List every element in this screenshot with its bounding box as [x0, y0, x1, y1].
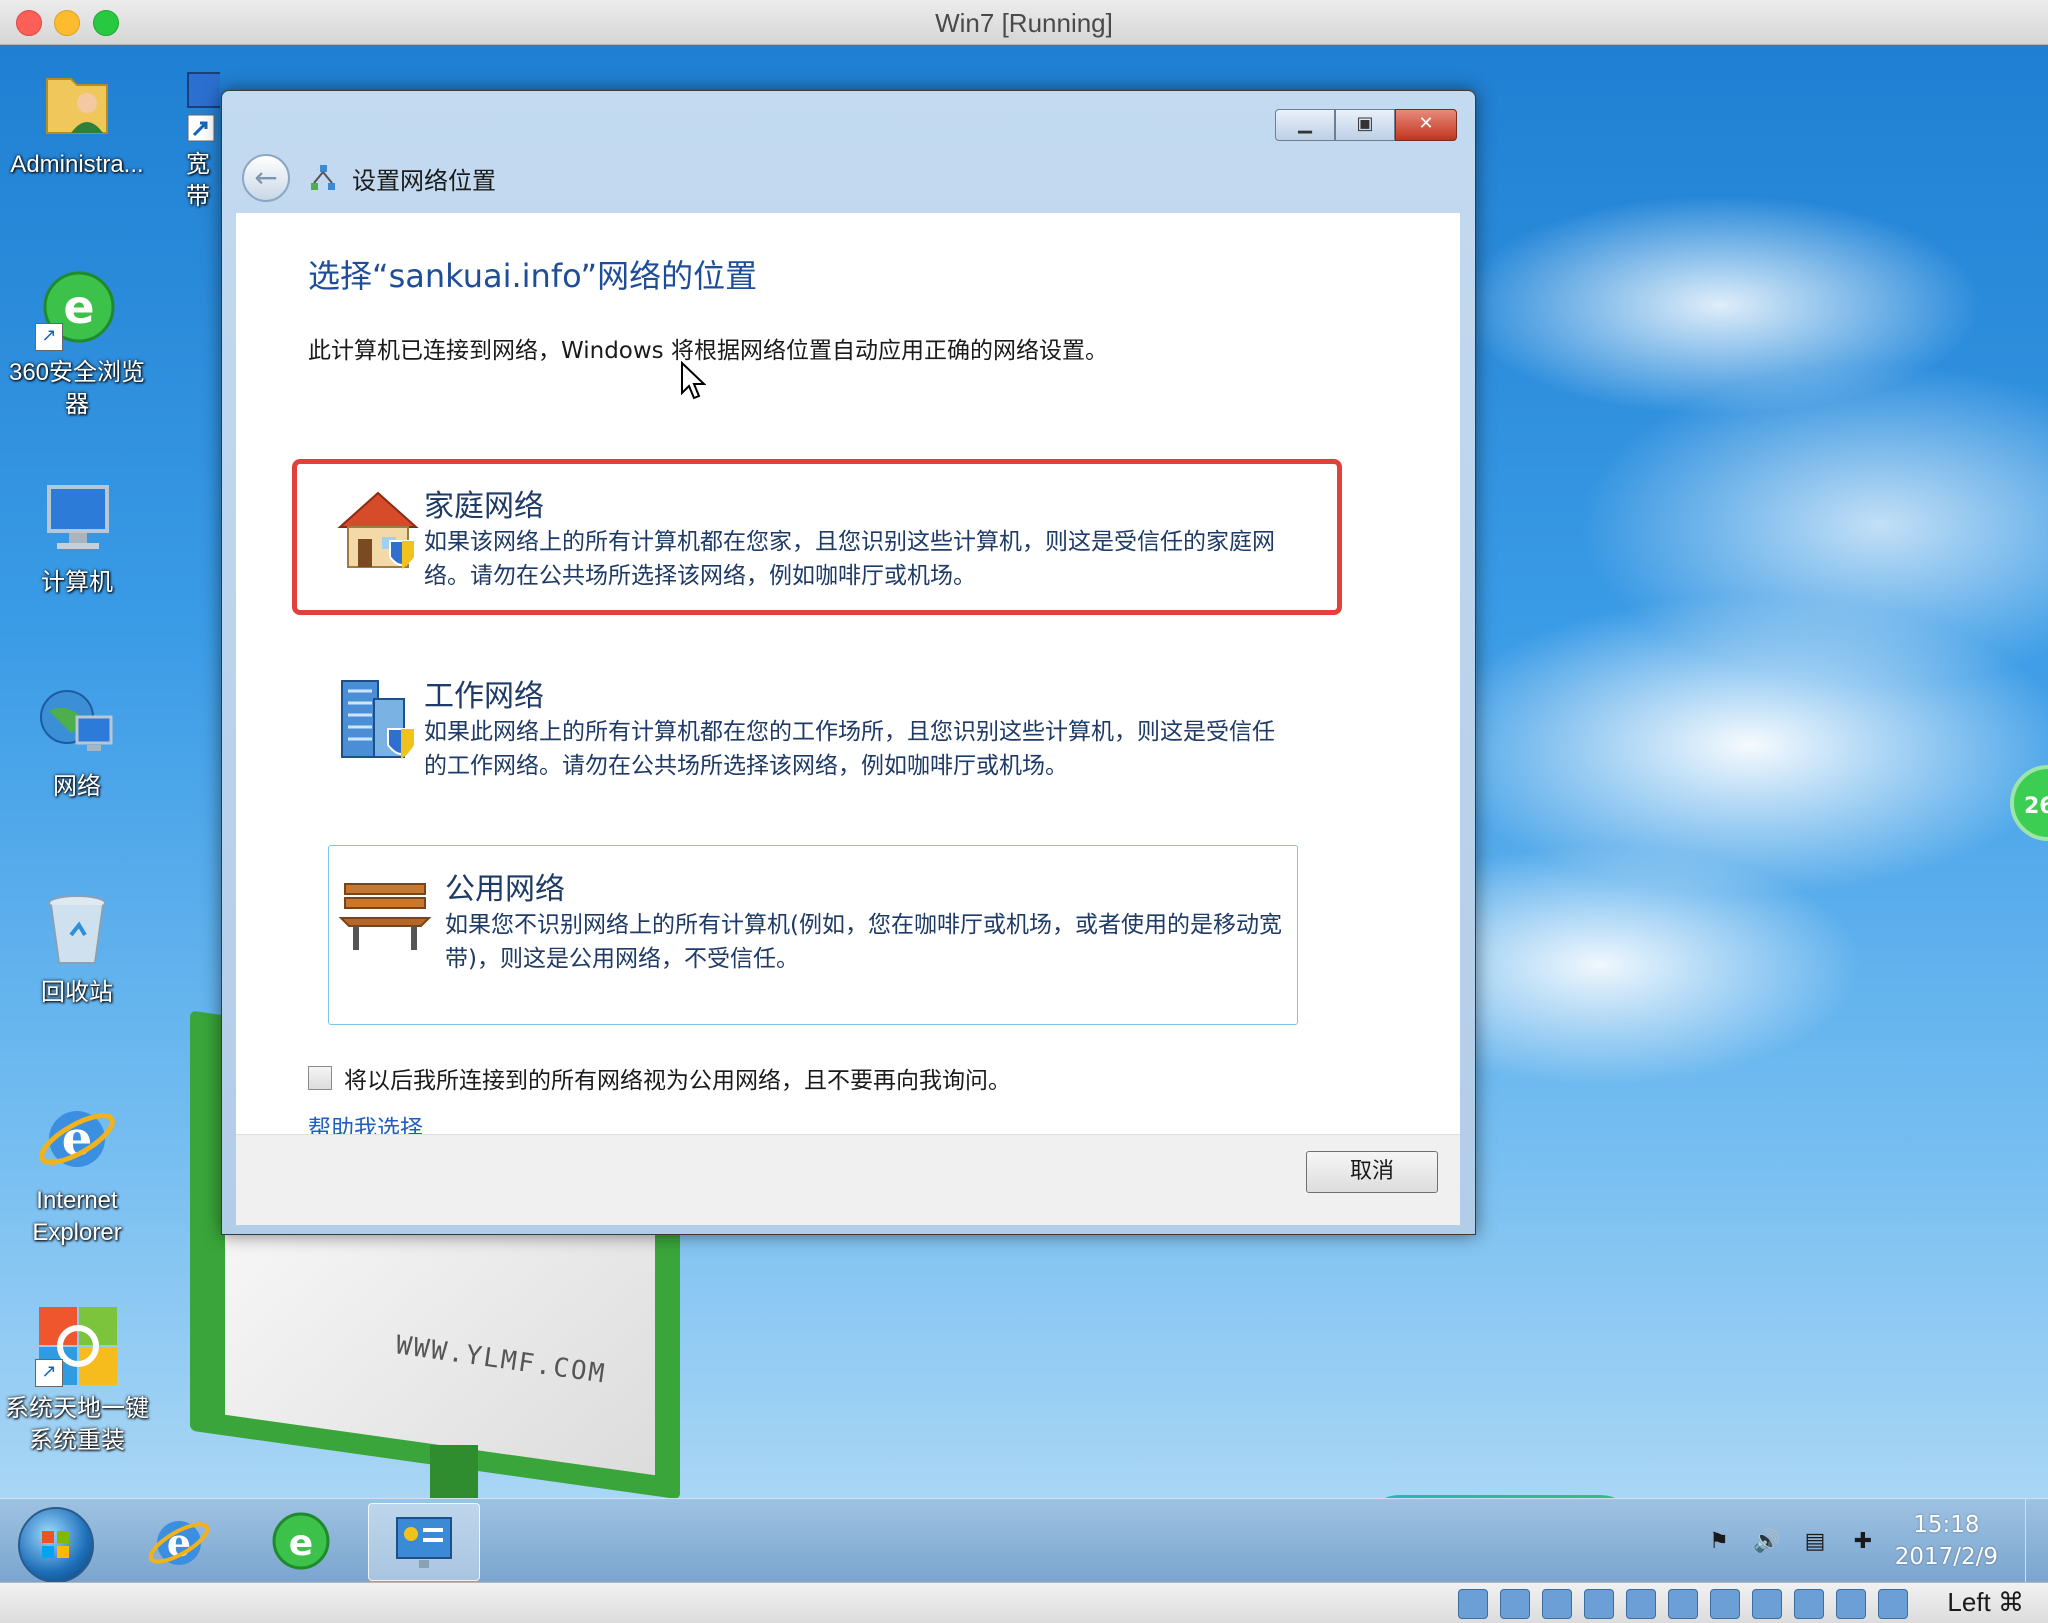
host-window-title: Win7 [Running]: [935, 8, 1113, 38]
desktop-icon-label: Administra...: [10, 151, 144, 178]
cancel-button[interactable]: 取消: [1306, 1151, 1438, 1193]
start-button[interactable]: [18, 1507, 94, 1583]
windows-logo-icon: [42, 1531, 69, 1558]
desktop-icon-360-browser[interactable]: e ↗ 360安全浏览器: [2, 267, 152, 421]
desktop-icon-administrator[interactable]: Administra...: [2, 59, 152, 181]
option-title: 公用网络: [445, 872, 565, 907]
option-title: 工作网络: [424, 679, 544, 714]
vm-device-icons: [1458, 1589, 1908, 1619]
network-settings-icon: [396, 1517, 452, 1568]
host-window-titlebar: Win7 [Running]: [0, 0, 2048, 45]
minimize-button[interactable]: ▁: [1275, 109, 1335, 141]
desktop-icon-label: 宽带: [186, 151, 210, 210]
desktop-icon-computer[interactable]: 计算机: [2, 477, 152, 599]
system-tray: ⚑ 🔊 ▤ ✚: [1704, 1527, 1878, 1557]
dialog-nav-title: 设置网络位置: [352, 166, 496, 195]
mouse-integration-icon[interactable]: [1836, 1589, 1866, 1619]
shortcut-arrow-icon: ↗: [35, 1359, 63, 1387]
network-tray-icon[interactable]: ▤: [1800, 1527, 1830, 1557]
shared-folders-icon[interactable]: [1668, 1589, 1698, 1619]
desktop-icon-label: 回收站: [41, 979, 113, 1006]
dialog-footer: 取消: [236, 1134, 1460, 1225]
clock-time: 15:18: [1913, 1512, 1980, 1538]
audio-icon[interactable]: [1542, 1589, 1572, 1619]
360-browser-icon: e ↗: [35, 267, 119, 351]
option-description: 如果此网络上的所有计算机都在您的工作场所，且您识别这些计算机，则这是受信任的工作…: [424, 719, 1275, 779]
option-title: 家庭网络: [424, 489, 544, 524]
volume-icon[interactable]: 🔊: [1752, 1527, 1782, 1557]
option-description: 如果您不识别网络上的所有计算机(例如，您在咖啡厅或机场，或者使用的是移动宽带)，…: [445, 912, 1282, 972]
caption-buttons: ▁ ▣ ✕: [1275, 109, 1457, 141]
dialog-content: 选择“sankuai.info”网络的位置 此计算机已连接到网络，Windows…: [236, 213, 1460, 1142]
desktop-icon-label: Internet Explorer: [32, 1187, 122, 1246]
work-network-icon: [330, 671, 426, 767]
shortcut-arrow-icon: ↗: [35, 323, 63, 351]
keyboard-capture-icon[interactable]: [1878, 1589, 1908, 1619]
usb-icon[interactable]: [1626, 1589, 1656, 1619]
system-reinstall-icon: ↗: [35, 1303, 119, 1387]
hard-disk-icon[interactable]: [1458, 1589, 1488, 1619]
desktop-icon-network[interactable]: 网络: [2, 681, 152, 803]
360-browser-icon: e: [272, 1512, 330, 1570]
treat-all-public-row: 将以后我所连接到的所有网络视为公用网络，且不要再向我询问。: [308, 1061, 1011, 1095]
user-folder-icon: [35, 59, 119, 143]
network-setup-icon: [308, 163, 338, 193]
taskbar-clock[interactable]: 15:18 2017/2/9: [1895, 1509, 1998, 1573]
back-arrow-icon[interactable]: ←: [242, 154, 290, 202]
desktop-icon-label: 系统天地一键系统重装: [5, 1395, 149, 1454]
action-center-icon[interactable]: ⚑: [1704, 1527, 1734, 1557]
home-network-icon: [330, 481, 426, 577]
checkbox-label[interactable]: 将以后我所连接到的所有网络视为公用网络，且不要再向我询问。: [344, 1061, 1011, 1095]
page-title: 选择“sankuai.info”网络的位置: [308, 257, 758, 295]
desktop-icon-system-reinstall[interactable]: ↗ 系统天地一键系统重装: [2, 1303, 152, 1457]
guest-desktop: WWW.YLMF.COM 26 Administra... 宽带 e ↗ 360…: [0, 45, 2048, 1498]
ie-icon: e: [35, 1095, 119, 1179]
public-network-icon: [337, 864, 433, 960]
floating-badge[interactable]: 26: [2010, 765, 2048, 841]
taskbar-360-browser-button[interactable]: e: [246, 1503, 356, 1579]
billboard-pole: [430, 1445, 478, 1498]
desktop-icon-broadband[interactable]: 宽带: [150, 59, 220, 213]
set-network-location-dialog: ▁ ▣ ✕ ← 设置网络位置 选择“sankuai.info”网络的位置 此计算…: [221, 90, 1476, 1235]
option-public-network[interactable]: 公用网络 如果您不识别网络上的所有计算机(例如，您在咖啡厅或机场，或者使用的是移…: [328, 845, 1298, 1025]
option-description: 如果该网络上的所有计算机都在您家，且您识别这些计算机，则这是受信任的家庭网络。请…: [424, 529, 1275, 589]
vm-status-bar: Left ⌘: [0, 1582, 2048, 1623]
desktop-icon-internet-explorer[interactable]: e Internet Explorer: [2, 1095, 152, 1249]
taskbar-ie-button[interactable]: e: [124, 1503, 234, 1579]
option-home-network[interactable]: 家庭网络 如果该网络上的所有计算机都在您家，且您识别这些计算机，则这是受信任的家…: [308, 463, 1298, 639]
desktop-icon-recycle-bin[interactable]: 回收站: [2, 887, 152, 1009]
option-work-network[interactable]: 工作网络 如果此网络上的所有计算机都在您的工作场所，且您识别这些计算机，则这是受…: [308, 653, 1298, 829]
desktop-icon-label: 网络: [53, 773, 101, 800]
display-icon[interactable]: [1710, 1589, 1740, 1619]
network-icon: [35, 681, 119, 765]
page-description: 此计算机已连接到网络，Windows 将根据网络位置自动应用正确的网络设置。: [308, 338, 1108, 364]
close-button[interactable]: ✕: [1395, 109, 1457, 141]
broadband-shortcut-icon: [180, 59, 220, 143]
recycle-bin-icon: [35, 887, 119, 971]
optical-drive-icon[interactable]: [1500, 1589, 1530, 1619]
ie-icon: e: [148, 1520, 210, 1565]
svg-text:e: e: [289, 1523, 313, 1564]
dialog-navbar: ← 设置网络位置: [242, 153, 496, 203]
network-adapter-icon[interactable]: [1584, 1589, 1614, 1619]
360-guard-icon[interactable]: ✚: [1848, 1527, 1878, 1557]
taskbar-network-setup-button[interactable]: [368, 1503, 480, 1581]
svg-text:e: e: [63, 280, 94, 334]
video-capture-icon[interactable]: [1752, 1589, 1782, 1619]
host-key-indicator: Left ⌘: [1947, 1587, 2024, 1617]
virtualization-icon[interactable]: [1794, 1589, 1824, 1619]
desktop-icon-label: 计算机: [41, 569, 113, 596]
mouse-cursor-icon: [680, 360, 707, 401]
clock-date: 2017/2/9: [1894, 1544, 1998, 1570]
computer-icon: [35, 477, 119, 561]
show-desktop-button[interactable]: [2025, 1499, 2048, 1583]
desktop-icon-label: 360安全浏览器: [8, 359, 146, 418]
treat-all-public-checkbox[interactable]: [308, 1066, 332, 1090]
taskbar: e e ⚑ 🔊 ▤ ✚ 15:18 2017/2/9: [0, 1498, 2048, 1583]
maximize-button[interactable]: ▣: [1335, 109, 1395, 141]
